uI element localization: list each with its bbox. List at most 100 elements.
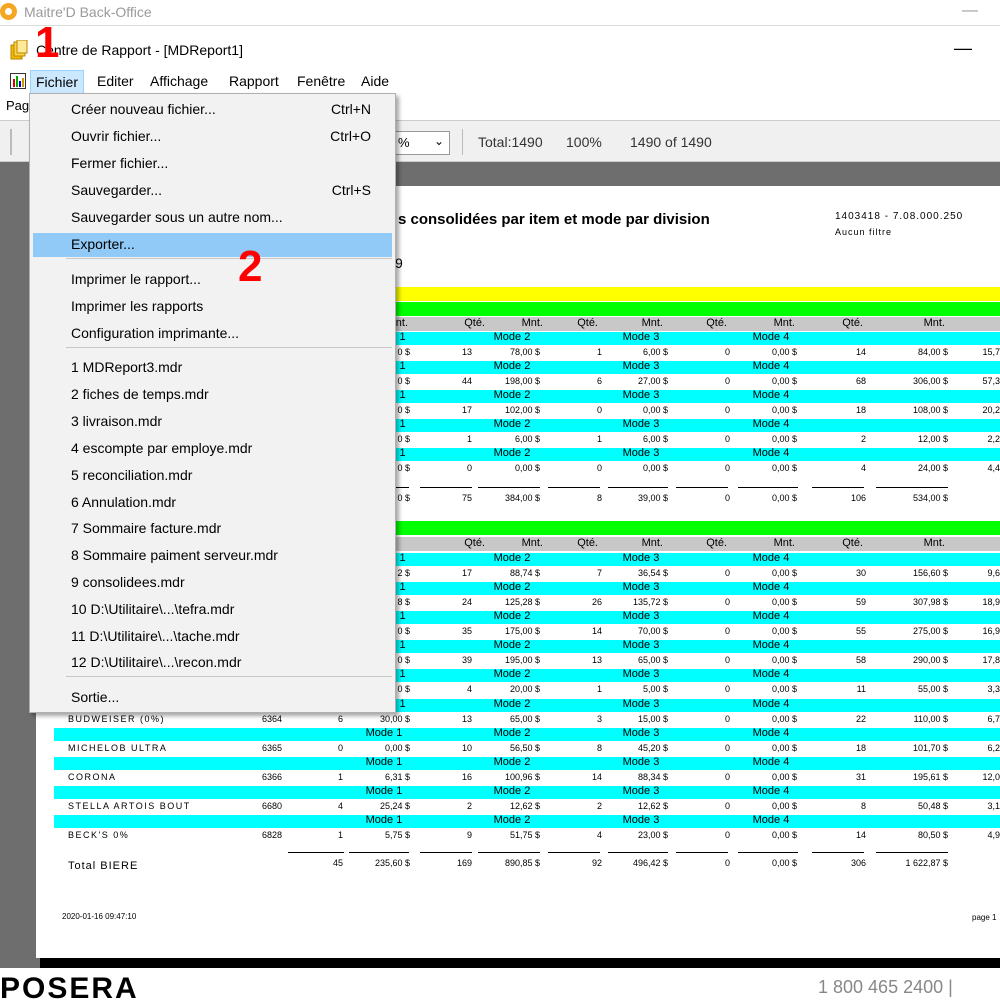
- table-cell: 0,00 $: [771, 684, 797, 694]
- table-cell: 3,3: [987, 684, 1000, 694]
- table-cell: 24: [461, 597, 472, 607]
- table-cell: 20,00 $: [509, 684, 540, 694]
- menu-item-export[interactable]: Exporter...: [33, 233, 392, 257]
- table-cell: 13: [461, 714, 472, 724]
- menu-item-exit[interactable]: Sortie...: [30, 686, 395, 710]
- recent-file-8[interactable]: 8 Sommaire paiment serveur.mdr: [30, 544, 395, 568]
- menu-item-shortcut: Ctrl+N: [330, 101, 371, 117]
- table-cell: 8: [860, 801, 866, 811]
- table-cell: 88,34 $: [637, 772, 668, 782]
- table-cell: 0,00 $: [771, 434, 797, 444]
- mode-label: Mode 4: [752, 814, 790, 826]
- menu-item-open-file[interactable]: Ouvrir fichier... Ctrl+O: [30, 125, 395, 149]
- menu-rapport[interactable]: Rapport: [229, 73, 279, 89]
- item-number: 6828: [261, 830, 282, 840]
- footer-phone: 1 800 465 2400 | www.: [818, 977, 953, 1000]
- underline: [420, 852, 472, 853]
- table-cell: 0,00 $: [771, 772, 797, 782]
- inner-minimize-button[interactable]: —: [954, 38, 972, 59]
- underline: [876, 487, 948, 488]
- recent-file-6[interactable]: 6 Annulation.mdr: [30, 491, 395, 515]
- table-cell: 26: [591, 597, 602, 607]
- table-cell: 1 622,87 $: [905, 858, 948, 868]
- menu-affichage[interactable]: Affichage: [150, 73, 208, 89]
- recent-file-7[interactable]: 7 Sommaire facture.mdr: [30, 517, 395, 541]
- table-cell: 0,00 $: [514, 463, 540, 473]
- mode-label: Mode 2: [493, 814, 531, 826]
- table-cell: 16: [461, 772, 472, 782]
- menu-fenetre[interactable]: Fenêtre: [297, 73, 345, 89]
- posera-logo: POSERA: [0, 972, 139, 1000]
- menu-aide[interactable]: Aide: [361, 73, 389, 89]
- header-cell: Qté.: [577, 537, 598, 549]
- recent-file-1[interactable]: 1 MDReport3.mdr: [30, 356, 395, 380]
- menu-item-printer-setup[interactable]: Configuration imprimante...: [30, 322, 395, 346]
- header-cell: Mnt.: [773, 537, 795, 549]
- table-cell: 198,00 $: [504, 376, 540, 386]
- page-shadow: [40, 958, 1000, 968]
- table-cell: 6,00 $: [642, 434, 668, 444]
- table-cell: 55: [855, 626, 866, 636]
- mode-label: Mode 2: [493, 360, 531, 372]
- menu-item-label: Exporter...: [71, 236, 135, 252]
- header-cell: nt.: [395, 317, 408, 329]
- mode-label: Mode 3: [622, 610, 660, 622]
- table-cell: 30: [855, 568, 866, 578]
- table-cell: 1: [337, 772, 343, 782]
- menu-editer[interactable]: Editer: [97, 73, 134, 89]
- recent-file-5[interactable]: 5 reconciliation.mdr: [30, 464, 395, 488]
- recent-file-2[interactable]: 2 fiches de temps.mdr: [30, 383, 395, 407]
- underline: [738, 852, 798, 853]
- table-cell: 23,00 $: [637, 830, 668, 840]
- menu-item-label: Sauvegarder...: [71, 182, 163, 198]
- underline: [548, 852, 600, 853]
- mode-label: Mode 2: [493, 668, 531, 680]
- mode-label: Mode 3: [622, 785, 660, 797]
- table-cell: 195,00 $: [504, 655, 540, 665]
- menu-item-label: 7 Sommaire facture.mdr: [71, 520, 222, 536]
- mode-label: Mode 4: [752, 581, 790, 593]
- table-cell: 890,85 $: [504, 858, 540, 868]
- menu-item-print-report[interactable]: Imprimer le rapport...: [30, 268, 395, 292]
- recent-file-10[interactable]: 10 D:\Utilitaire\...\tefra.mdr: [30, 598, 395, 622]
- table-cell: 195,61 $: [912, 772, 948, 782]
- table-cell: 12,00 $: [917, 434, 948, 444]
- table-cell: 68: [855, 376, 866, 386]
- table-cell: 0: [724, 405, 730, 415]
- table-cell: 0,00 $: [771, 743, 797, 753]
- menu-item-save-as[interactable]: Sauvegarder sous un autre nom...: [30, 206, 395, 230]
- underline: [738, 487, 798, 488]
- header-cell: Mnt.: [923, 317, 945, 329]
- table-cell: 0,00 $: [771, 626, 797, 636]
- recent-file-11[interactable]: 11 D:\Utilitaire\...\tache.mdr: [30, 625, 395, 649]
- mode-label: 1: [399, 698, 406, 710]
- item-number: 6365: [261, 743, 282, 753]
- recent-file-3[interactable]: 3 livraison.mdr: [30, 410, 395, 434]
- table-cell: 80,50 $: [917, 830, 948, 840]
- menu-item-print-reports[interactable]: Imprimer les rapports: [30, 295, 395, 319]
- underline: [676, 852, 728, 853]
- mode-label: Mode 3: [622, 814, 660, 826]
- table-cell: 0,00 $: [771, 493, 797, 503]
- recent-file-4[interactable]: 4 escompte par employe.mdr: [30, 437, 395, 461]
- table-cell: 4,9: [987, 830, 1000, 840]
- menu-fichier[interactable]: Fichier: [30, 70, 85, 94]
- toolbar-divider: [462, 129, 463, 155]
- underline: [478, 487, 540, 488]
- recent-file-9[interactable]: 9 consolidees.mdr: [30, 571, 395, 595]
- menu-item-new-file[interactable]: Créer nouveau fichier... Ctrl+N: [30, 98, 395, 122]
- total-count: Total:1490: [478, 134, 543, 150]
- menu-item-close-file[interactable]: Fermer fichier...: [30, 152, 395, 176]
- outer-minimize-button[interactable]: —: [960, 2, 980, 22]
- table-cell: 0,00 $: [771, 714, 797, 724]
- mode-label: Mode 3: [622, 389, 660, 401]
- table-cell: 27,00 $: [637, 376, 668, 386]
- recent-file-12[interactable]: 12 D:\Utilitaire\...\recon.mdr: [30, 651, 395, 675]
- mode-label: Mode 2: [493, 756, 531, 768]
- zoom-select[interactable]: % ⌄: [395, 131, 450, 155]
- mode-label: Mode 2: [493, 418, 531, 430]
- table-cell: 45: [332, 858, 343, 868]
- table-cell: 2,2: [987, 434, 1000, 444]
- menu-item-save[interactable]: Sauvegarder... Ctrl+S: [30, 179, 395, 203]
- table-cell: 17,8: [982, 655, 1000, 665]
